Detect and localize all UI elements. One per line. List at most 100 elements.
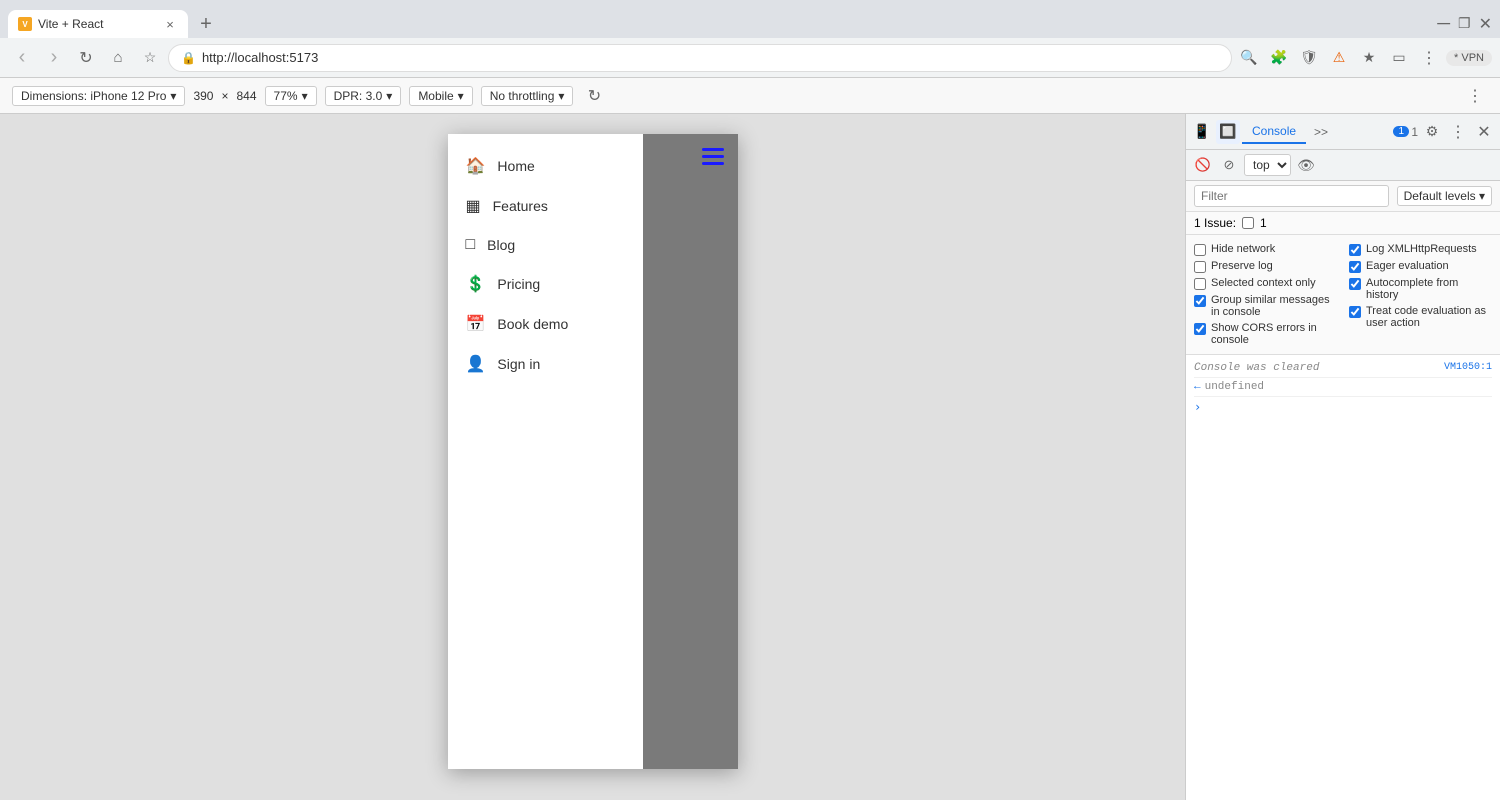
- console-input[interactable]: [1205, 401, 1492, 413]
- nav-item-blog[interactable]: □ Blog: [448, 226, 643, 264]
- book-demo-nav-icon: 📅: [466, 314, 486, 334]
- throttle-chevron: ▾: [558, 89, 564, 103]
- tab-bar: V Vite + React × + ─ ❐ ✕: [0, 0, 1500, 38]
- devtools-tab-bar: 📱 🔲 Console >> 1 1 ⚙ ⋮ ✕: [1186, 114, 1500, 150]
- reload-button[interactable]: ↻: [72, 44, 100, 72]
- autocomplete-checkbox[interactable]: [1349, 278, 1361, 290]
- prompt-icon: ›: [1194, 400, 1201, 414]
- device-mode-icon[interactable]: 📱: [1190, 120, 1214, 144]
- book-demo-nav-label: Book demo: [497, 316, 568, 332]
- setting-treat-code: Treat code evaluation as user action: [1349, 303, 1492, 331]
- close-window-button[interactable]: ✕: [1479, 14, 1492, 34]
- console-filter-bar: Default levels ▾: [1186, 181, 1500, 212]
- pricing-nav-icon: 💲: [466, 274, 486, 294]
- extensions-icon[interactable]: 🧩: [1266, 45, 1292, 71]
- console-tab[interactable]: Console: [1242, 120, 1306, 144]
- setting-group-similar: Group similar messages in console: [1194, 292, 1337, 320]
- hamburger-line-3: [702, 162, 724, 165]
- puzzle-icon[interactable]: ★: [1356, 45, 1382, 71]
- dpr-label: DPR: 3.0: [334, 89, 383, 103]
- width-value: 390: [193, 89, 213, 103]
- devtools-toolbar: 🚫 ⊘ top 👁: [1186, 150, 1500, 181]
- cast-icon[interactable]: ▭: [1386, 45, 1412, 71]
- hamburger-menu-button[interactable]: [698, 144, 728, 169]
- preserve-log-label: Preserve log: [1211, 260, 1273, 272]
- hide-network-label: Hide network: [1211, 243, 1275, 255]
- setting-selected-context: Selected context only: [1194, 275, 1337, 292]
- hamburger-line-2: [702, 155, 724, 158]
- log-xml-checkbox[interactable]: [1349, 244, 1361, 256]
- filter-toggle-icon[interactable]: ⊘: [1218, 154, 1240, 176]
- tab-close-icon[interactable]: ×: [162, 16, 178, 32]
- show-cors-checkbox[interactable]: [1194, 323, 1206, 335]
- console-source-link[interactable]: VM1050:1: [1444, 362, 1492, 373]
- nav-item-home[interactable]: 🏠 Home: [448, 146, 643, 186]
- home-button[interactable]: ⌂: [104, 44, 132, 72]
- vpn-badge[interactable]: * VPN: [1446, 50, 1492, 66]
- setting-autocomplete: Autocomplete from history: [1349, 275, 1492, 303]
- devtools-badge: 1: [1393, 126, 1409, 137]
- nav-item-pricing[interactable]: 💲 Pricing: [448, 264, 643, 304]
- zoom-chevron: ▾: [302, 89, 308, 103]
- more-tabs-button[interactable]: >>: [1308, 121, 1334, 143]
- filter-input[interactable]: [1194, 185, 1389, 207]
- tab-title: Vite + React: [38, 17, 156, 31]
- issues-checkbox[interactable]: [1242, 217, 1254, 229]
- back-button[interactable]: ‹: [8, 44, 36, 72]
- nav-item-sign-in[interactable]: 👤 Sign in: [448, 344, 643, 384]
- context-selector[interactable]: top: [1244, 154, 1291, 176]
- restore-button[interactable]: ❐: [1458, 15, 1471, 32]
- bookmark-button[interactable]: ☆: [136, 44, 164, 72]
- devtools-close-icon[interactable]: ✕: [1472, 120, 1496, 144]
- preserve-log-checkbox[interactable]: [1194, 261, 1206, 273]
- nav-item-features[interactable]: ▦ Features: [448, 186, 643, 226]
- new-tab-button[interactable]: +: [192, 10, 220, 38]
- window-controls: ─ ❐ ✕: [1437, 13, 1492, 38]
- console-cleared-text: Console was cleared: [1194, 362, 1319, 374]
- throttle-selector[interactable]: No throttling ▾: [481, 86, 574, 106]
- clear-console-icon[interactable]: 🚫: [1192, 154, 1214, 176]
- dimensions-selector[interactable]: Dimensions: iPhone 12 Pro ▾: [12, 86, 185, 106]
- search-icon[interactable]: 🔍: [1236, 45, 1262, 71]
- console-output: Console was cleared VM1050:1 ← undefined…: [1186, 355, 1500, 800]
- console-line-undefined: ← undefined: [1194, 378, 1492, 397]
- mobile-content-panel: [643, 134, 738, 769]
- treat-code-checkbox[interactable]: [1349, 306, 1361, 318]
- mode-selector[interactable]: Mobile ▾: [409, 86, 472, 106]
- viewport-area: 🏠 Home ▦ Features □ Blog: [0, 114, 1185, 800]
- eager-eval-checkbox[interactable]: [1349, 261, 1361, 273]
- features-nav-icon: ▦: [466, 196, 481, 216]
- main-area: 🏠 Home ▦ Features □ Blog: [0, 114, 1500, 800]
- more-options-button[interactable]: ⋮: [1462, 83, 1488, 109]
- nav-item-book-demo[interactable]: 📅 Book demo: [448, 304, 643, 344]
- selected-context-label: Selected context only: [1211, 277, 1316, 289]
- devtools-more-icon[interactable]: ⋮: [1446, 120, 1470, 144]
- dpr-selector[interactable]: DPR: 3.0 ▾: [325, 86, 402, 106]
- hide-network-checkbox[interactable]: [1194, 244, 1206, 256]
- inspect-icon[interactable]: 🔲: [1216, 120, 1240, 144]
- browser-window: V Vite + React × + ─ ❐ ✕ ‹ › ↻ ⌂ ☆ 🔒 htt…: [0, 0, 1500, 800]
- devtools-settings-icon[interactable]: ⚙: [1420, 120, 1444, 144]
- address-bar[interactable]: 🔒 http://localhost:5173: [168, 44, 1232, 72]
- sign-in-nav-icon: 👤: [466, 354, 486, 374]
- active-tab[interactable]: V Vite + React ×: [8, 10, 188, 38]
- group-similar-checkbox[interactable]: [1194, 295, 1206, 307]
- minimize-button[interactable]: ─: [1437, 13, 1450, 34]
- alert-icon[interactable]: ⚠: [1326, 45, 1352, 71]
- log-xml-label: Log XMLHttpRequests: [1366, 243, 1477, 255]
- throttle-label: No throttling: [490, 89, 555, 103]
- shield-icon[interactable]: 🛡: [1296, 45, 1322, 71]
- setting-show-cors: Show CORS errors in console: [1194, 320, 1337, 348]
- console-prompt-line[interactable]: ›: [1194, 397, 1492, 417]
- pricing-nav-label: Pricing: [497, 276, 540, 292]
- zoom-selector[interactable]: 77% ▾: [265, 86, 317, 106]
- arrow-left-icon: ←: [1194, 381, 1201, 393]
- selected-context-checkbox[interactable]: [1194, 278, 1206, 290]
- undefined-text: undefined: [1205, 381, 1264, 393]
- forward-button[interactable]: ›: [40, 44, 68, 72]
- setting-preserve-log: Preserve log: [1194, 258, 1337, 275]
- browser-menu-icon[interactable]: ⋮: [1416, 45, 1442, 71]
- default-levels-button[interactable]: Default levels ▾: [1397, 186, 1492, 206]
- eye-button[interactable]: 👁: [1295, 154, 1317, 176]
- rotate-button[interactable]: ↻: [581, 83, 607, 109]
